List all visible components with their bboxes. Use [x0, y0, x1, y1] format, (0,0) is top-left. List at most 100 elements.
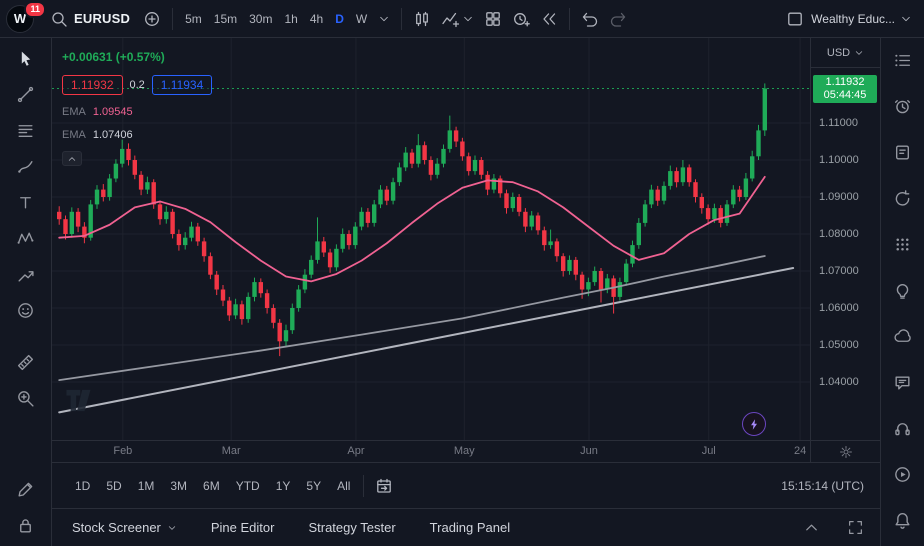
timeframe-button-30m[interactable]: 30m: [243, 8, 278, 30]
open-panel-button[interactable]: [798, 517, 824, 539]
chart-style-button[interactable]: [408, 6, 436, 32]
time-axis-label-apr: Apr: [347, 445, 364, 457]
rail-item-chat-cloud[interactable]: [890, 325, 916, 347]
chart-pane[interactable]: +0.00631 (+0.57%) 1.11932 0.2 1.11934 EM…: [52, 38, 810, 440]
axis-settings-corner[interactable]: [811, 440, 880, 462]
tab-label: Strategy Tester: [308, 520, 395, 535]
timeframe-button-d[interactable]: D: [329, 8, 350, 30]
symbol-search-button[interactable]: EURUSD: [46, 6, 138, 32]
ema-legend-row[interactable]: EMA 1.07406: [62, 129, 212, 141]
range-button-5d[interactable]: 5D: [99, 474, 128, 498]
live-stream-icon: [893, 465, 912, 484]
time-axis[interactable]: FebMarAprMayJunJul24: [52, 440, 810, 462]
notification-badge: 11: [24, 1, 46, 18]
tab-strategy-tester[interactable]: Strategy Tester: [308, 520, 395, 535]
collapse-legend-button[interactable]: [62, 151, 82, 166]
rail-item-watchlist[interactable]: [890, 49, 916, 71]
rail-item-live-stream[interactable]: [890, 463, 916, 485]
timeframe-button-1h[interactable]: 1h: [278, 8, 303, 30]
layout-templates-button[interactable]: [479, 6, 507, 32]
price-change-label: +0.00631 (+0.57%): [62, 50, 212, 64]
tab-label: Trading Panel: [430, 520, 510, 535]
buy-ask-button[interactable]: 1.11934: [152, 75, 213, 95]
apps-grid-icon: [893, 235, 912, 254]
replay-rewind-icon: [540, 10, 558, 28]
range-button-1m[interactable]: 1M: [131, 474, 162, 498]
bar-replay-button[interactable]: [535, 6, 563, 32]
price-axis-label: 1.08000: [819, 228, 859, 240]
rail-item-alerts[interactable]: [890, 95, 916, 117]
tool-text[interactable]: [13, 191, 39, 213]
tool-cursor[interactable]: [13, 47, 39, 69]
drawing-toolbar: [0, 38, 52, 546]
undo-button[interactable]: [576, 6, 604, 32]
price-axis[interactable]: USD 1.110001.100001.090001.080001.070001…: [810, 38, 880, 462]
zoom-in-icon: [16, 389, 35, 408]
rail-item-apps-grid[interactable]: [890, 233, 916, 255]
lightning-bolt-icon: [748, 418, 761, 431]
tab-label: Stock Screener: [72, 520, 161, 535]
tool-measure[interactable]: [13, 351, 39, 373]
range-button-6m[interactable]: 6M: [196, 474, 227, 498]
indicators-button[interactable]: [436, 6, 479, 32]
indicators-icon: [441, 10, 459, 28]
tool-emoji[interactable]: [13, 299, 39, 321]
price-axis-label: 1.05000: [819, 339, 859, 351]
go-to-date-button[interactable]: [370, 473, 398, 499]
range-button-ytd[interactable]: YTD: [229, 474, 267, 498]
range-button-all[interactable]: All: [330, 474, 357, 498]
timeframe-button-4h[interactable]: 4h: [304, 8, 329, 30]
timeframe-button-5m[interactable]: 5m: [179, 8, 208, 30]
trend-line-icon: [16, 85, 35, 104]
ideas-stream-icon: [893, 189, 912, 208]
fullscreen-button[interactable]: [842, 517, 868, 539]
ema-label: EMA: [62, 106, 86, 118]
tool-xabcd-pattern[interactable]: [13, 227, 39, 249]
range-button-3m[interactable]: 3M: [163, 474, 194, 498]
grid-layout-icon: [484, 10, 502, 28]
ema-slow-value: 1.07406: [93, 129, 133, 141]
compare-add-button[interactable]: [138, 6, 166, 32]
tab-trading-panel[interactable]: Trading Panel: [430, 520, 510, 535]
tool-lock[interactable]: [13, 514, 39, 536]
select-layout-button[interactable]: [781, 6, 809, 32]
tab-stock-screener[interactable]: Stock Screener: [72, 520, 177, 535]
xabcd-pattern-icon: [16, 229, 35, 248]
tool-trend-line[interactable]: [13, 83, 39, 105]
chevron-down-icon: [167, 523, 177, 533]
edit-icon: [16, 480, 35, 499]
sell-bid-button[interactable]: 1.11932: [62, 75, 123, 95]
interval-menu-button[interactable]: [373, 9, 395, 29]
timeframe-button-15m[interactable]: 15m: [208, 8, 243, 30]
emoji-icon: [16, 301, 35, 320]
price-axis-label: 1.06000: [819, 302, 859, 314]
rail-item-ideas[interactable]: [890, 279, 916, 301]
redo-button[interactable]: [604, 6, 632, 32]
price-axis-label: 1.11000: [819, 117, 858, 129]
rail-item-ideas-stream[interactable]: [890, 187, 916, 209]
tool-edit[interactable]: [13, 478, 39, 500]
range-button-1d[interactable]: 1D: [68, 474, 97, 498]
range-button-5y[interactable]: 5Y: [299, 474, 328, 498]
logo[interactable]: W 11: [6, 4, 38, 34]
tool-zoom-in[interactable]: [13, 387, 39, 409]
tool-brush[interactable]: [13, 155, 39, 177]
timeframe-button-w[interactable]: W: [350, 8, 373, 30]
rail-item-notifications[interactable]: [890, 509, 916, 531]
timezone-clock[interactable]: 15:15:14 (UTC): [781, 479, 864, 493]
top-toolbar: W 11 EURUSD 5m15m30m1h4hDW: [0, 0, 924, 38]
ema-legend-row[interactable]: EMA 1.09545: [62, 106, 212, 118]
time-axis-label-mar: Mar: [222, 445, 241, 457]
tool-fib-retracement[interactable]: [13, 119, 39, 141]
rail-item-messages[interactable]: [890, 371, 916, 393]
rail-item-support[interactable]: [890, 417, 916, 439]
workspace: +0.00631 (+0.57%) 1.11932 0.2 1.11934 EM…: [0, 38, 924, 546]
boost-button[interactable]: [742, 412, 766, 436]
tool-forecast[interactable]: [13, 263, 39, 285]
range-button-1y[interactable]: 1Y: [269, 474, 298, 498]
toolbar-separator: [569, 8, 570, 30]
rail-item-notes[interactable]: [890, 141, 916, 163]
layout-name-menu[interactable]: Wealthy Educ...: [809, 8, 914, 30]
tab-pine-editor[interactable]: Pine Editor: [211, 520, 275, 535]
create-alert-button[interactable]: [507, 6, 535, 32]
